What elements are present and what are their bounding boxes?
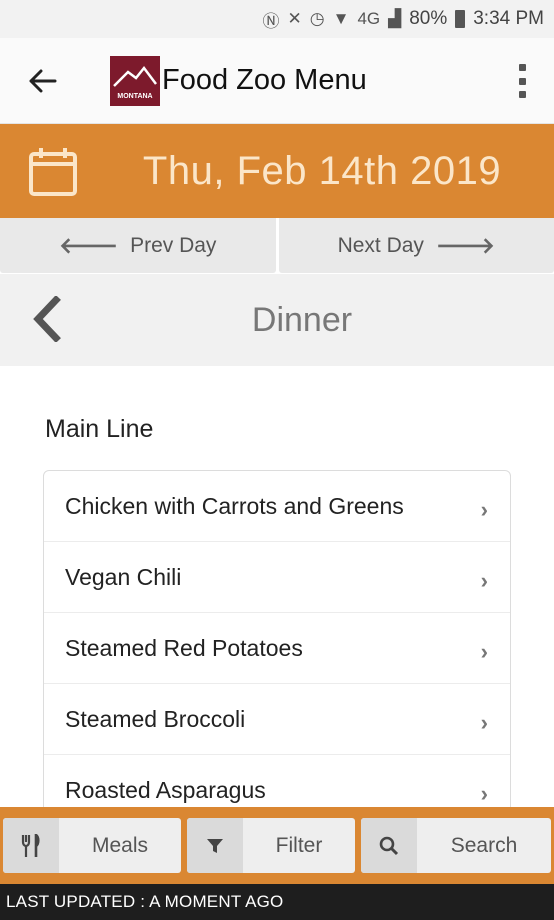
menu-item[interactable]: Steamed Red Potatoes › [44, 613, 510, 684]
menu-item-label: Steamed Red Potatoes [65, 634, 303, 661]
more-dot-icon [518, 77, 526, 85]
next-day-label: Next Day [337, 233, 424, 257]
signal-icon: ▟ [388, 9, 402, 28]
chevron-right-icon: › [480, 710, 488, 735]
screen: Ⓝ ✕ ◷ ▼ 4G ▟ 80% 3:34 PM MONTANA Food Zo… [0, 0, 554, 920]
meal-title: Dinner [251, 301, 353, 339]
last-updated-footer: LAST UPDATED : A MOMENT AGO [0, 884, 554, 920]
menu-list: Chicken with Carrots and Greens › Vegan … [43, 470, 511, 810]
wifi-icon: ▼ [332, 9, 350, 28]
arrow-right-icon: 🡒 [435, 232, 495, 258]
meals-button[interactable]: Meals [3, 818, 181, 873]
chevron-right-icon: › [480, 568, 488, 593]
filter-label: Filter [275, 833, 323, 857]
chevron-right-icon: › [480, 497, 488, 522]
search-icon [361, 818, 417, 873]
next-day-button[interactable]: Next Day 🡒 [278, 218, 554, 273]
filter-icon [187, 818, 243, 873]
app-title: Food Zoo Menu [162, 64, 367, 96]
network-type: 4G [357, 9, 381, 28]
status-bar: Ⓝ ✕ ◷ ▼ 4G ▟ 80% 3:34 PM [0, 0, 554, 38]
bottom-bar: Meals Filter Search [0, 807, 554, 884]
menu-item[interactable]: Steamed Broccoli › [44, 684, 510, 755]
battery-percent: 80% [409, 8, 448, 29]
day-nav: 🡐 Prev Day Next Day 🡒 [0, 218, 554, 273]
prev-day-button[interactable]: 🡐 Prev Day [0, 218, 276, 273]
arrow-left-icon: 🡐 [59, 232, 119, 258]
menu-item[interactable]: Chicken with Carrots and Greens › [44, 471, 510, 542]
more-dot-icon [518, 91, 526, 98]
overflow-menu-button[interactable] [518, 64, 526, 98]
menu-item-label: Roasted Asparagus [65, 776, 266, 803]
app-bar: MONTANA Food Zoo Menu [0, 38, 554, 124]
section-title: Main Line [45, 415, 154, 443]
menu-item-label: Vegan Chili [65, 563, 182, 590]
fork-knife-icon [3, 818, 59, 873]
nfc-icon: Ⓝ [262, 11, 280, 31]
filter-button[interactable]: Filter [187, 818, 355, 873]
meals-label: Meals [91, 833, 149, 857]
back-arrow-icon [29, 69, 57, 92]
chevron-right-icon: › [480, 639, 488, 664]
logo-text: MONTANA [117, 92, 153, 100]
search-label: Search [450, 833, 518, 857]
menu-item[interactable]: Roasted Asparagus › [44, 755, 510, 809]
menu-item-label: Chicken with Carrots and Greens [65, 492, 404, 519]
montana-logo: MONTANA [110, 55, 160, 106]
search-button[interactable]: Search [361, 818, 551, 873]
chevron-right-icon: › [480, 781, 488, 806]
date-banner[interactable]: Thu, Feb 14th 2019 [0, 124, 554, 218]
menu-item[interactable]: Vegan Chili › [44, 542, 510, 613]
menu-item-label: Steamed Broccoli [65, 705, 246, 732]
back-button[interactable] [0, 38, 86, 124]
prev-day-label: Prev Day [130, 233, 217, 257]
battery-icon [455, 10, 466, 28]
date-label: Thu, Feb 14th 2019 [142, 149, 502, 193]
calendar-icon[interactable] [28, 146, 78, 198]
meal-header: Dinner [0, 274, 554, 366]
clock: 3:34 PM [473, 8, 544, 29]
alarm-icon: ◷ [309, 9, 325, 28]
mute-icon: ✕ [287, 9, 302, 28]
more-dot-icon [518, 64, 526, 71]
